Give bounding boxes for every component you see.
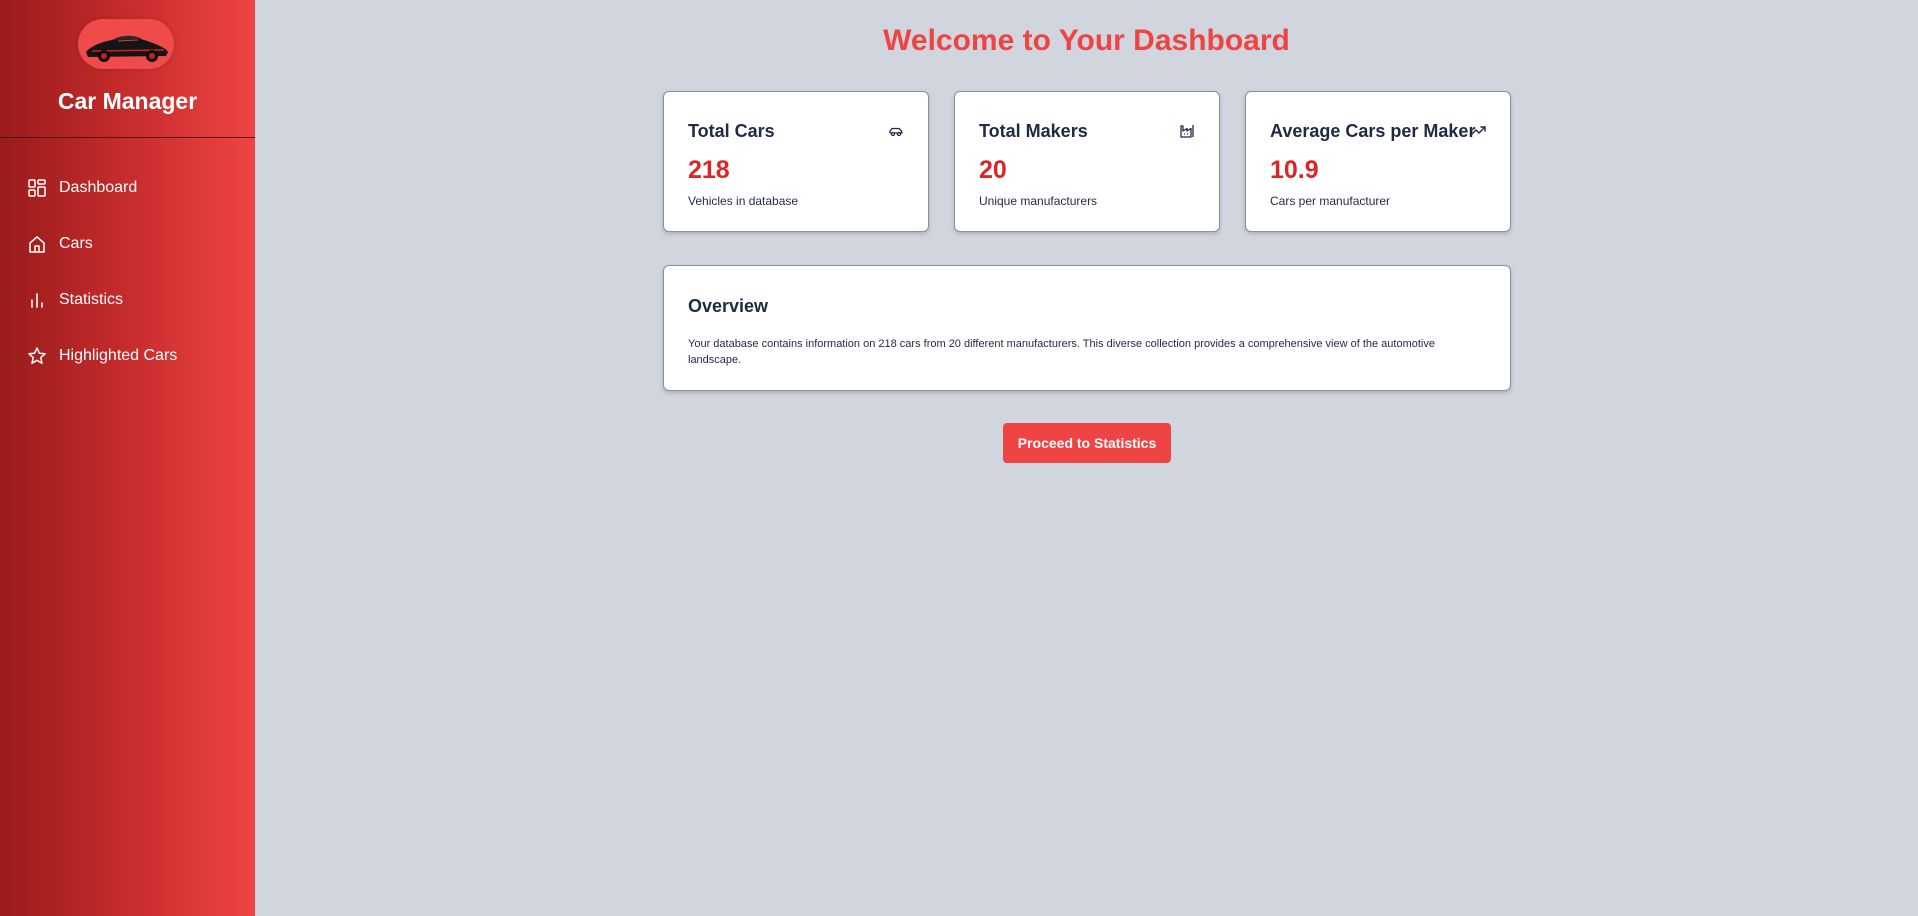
trending-up-icon xyxy=(1470,126,1486,136)
sidebar-item-label: Cars xyxy=(59,235,93,252)
sidebar-item-label: Highlighted Cars xyxy=(59,347,178,364)
sidebar: Car Manager Dashboard Cars Statistics Hi… xyxy=(0,0,255,916)
proceed-to-statistics-button[interactable]: Proceed to Statistics xyxy=(1003,423,1171,463)
stat-description: Unique manufacturers xyxy=(979,194,1098,208)
stat-card-average-cars: Average Cars per Maker 10.9 Cars per man… xyxy=(1245,91,1511,232)
sports-car-logo xyxy=(78,19,174,69)
sidebar-divider xyxy=(0,137,255,138)
page-title: Welcome to Your Dashboard xyxy=(883,24,1290,57)
stat-value: 10.9 xyxy=(1270,156,1319,184)
app-title: Car Manager xyxy=(57,88,198,114)
sidebar-item-highlighted-cars[interactable]: Highlighted Cars xyxy=(0,328,255,384)
stat-description: Vehicles in database xyxy=(688,194,799,208)
overview-text: Your database contains information on 21… xyxy=(688,338,1435,366)
dashboard-grid-icon xyxy=(28,179,46,197)
star-icon xyxy=(28,347,46,364)
home-icon xyxy=(29,236,45,253)
stat-description: Cars per manufacturer xyxy=(1270,194,1391,208)
stat-value: 218 xyxy=(688,156,730,184)
factory-icon xyxy=(1180,125,1194,138)
sidebar-nav: Dashboard Cars Statistics Highlighted Ca… xyxy=(0,160,255,384)
overview-card: Overview Your database contains informat… xyxy=(663,265,1511,391)
sidebar-item-statistics[interactable]: Statistics xyxy=(0,272,255,328)
stat-title: Average Cars per Maker xyxy=(1270,121,1476,141)
sidebar-item-cars[interactable]: Cars xyxy=(0,216,255,272)
sidebar-item-label: Dashboard xyxy=(59,179,138,196)
sidebar-item-dashboard[interactable]: Dashboard xyxy=(0,160,255,216)
stat-card-total-makers: Total Makers 20 Unique manufacturers xyxy=(954,91,1220,232)
stat-title: Total Cars xyxy=(688,121,775,141)
sidebar-item-label: Statistics xyxy=(59,291,124,308)
car-icon xyxy=(889,127,903,137)
overview-title: Overview xyxy=(688,296,769,316)
bar-chart-icon xyxy=(31,293,43,308)
stat-value: 20 xyxy=(979,156,1007,184)
stat-card-total-cars: Total Cars 218 Vehicles in database xyxy=(663,91,929,232)
stat-title: Total Makers xyxy=(979,121,1088,141)
